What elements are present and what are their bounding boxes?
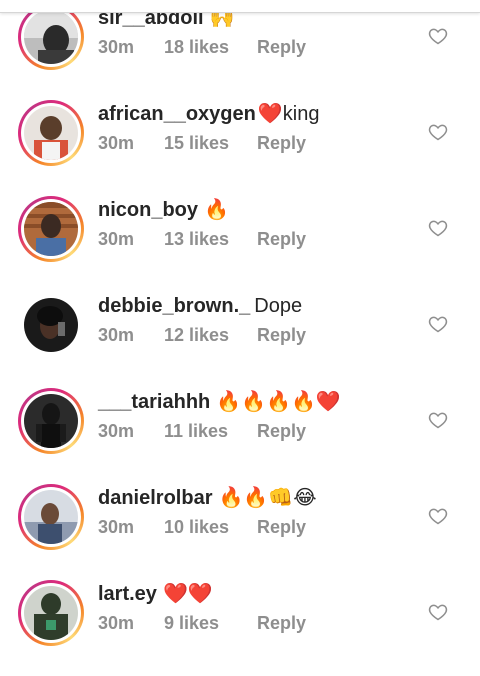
avatar[interactable] — [18, 292, 84, 358]
avatar-photo — [24, 586, 78, 640]
avatar[interactable] — [18, 484, 84, 550]
comment-item: nicon_boy 🔥 30m 13 likes Reply — [0, 196, 480, 292]
reply-button[interactable]: Reply — [257, 227, 306, 251]
comment-time: 30m — [98, 613, 135, 633]
comment-likes[interactable]: 15 likes — [164, 131, 257, 155]
comment-time: 30m — [98, 325, 135, 345]
comment-item: ___tariahhh 🔥🔥🔥🔥❤️ 30m 11 likes Reply — [0, 388, 480, 484]
comment-likes[interactable]: 12 likes — [164, 323, 257, 347]
heart-outline-icon[interactable] — [428, 602, 448, 622]
comment-emoji: 🔥🔥👊😂 — [218, 487, 317, 509]
comment-username[interactable]: ___tariahhh — [98, 391, 210, 413]
comment-likes[interactable]: 18 likes — [164, 35, 257, 59]
avatar-photo — [24, 298, 78, 352]
heart-outline-icon[interactable] — [428, 122, 448, 142]
reply-button[interactable]: Reply — [257, 611, 306, 635]
reply-button[interactable]: Reply — [257, 419, 306, 443]
heart-outline-icon[interactable] — [428, 218, 448, 238]
top-bar — [0, 0, 480, 13]
reply-button[interactable]: Reply — [257, 323, 306, 347]
comment-likes[interactable]: 11 likes — [164, 419, 257, 443]
comment-list: sir__abdoll 🙌 30m 18 likes Reply african… — [0, 0, 480, 646]
comment-username[interactable]: debbie_brown._ — [98, 295, 250, 317]
comment-item: danielrolbar 🔥🔥👊😂 30m 10 likes Reply — [0, 484, 480, 580]
comment-item: african__oxygen ❤️king 30m 15 likes Reply — [0, 100, 480, 196]
avatar[interactable] — [18, 100, 84, 166]
reply-button[interactable]: Reply — [257, 515, 306, 539]
comment-username[interactable]: lart.ey — [98, 583, 157, 605]
heart-outline-icon[interactable] — [428, 314, 448, 334]
comment-item: sir__abdoll 🙌 30m 18 likes Reply — [0, 4, 480, 100]
comment-username[interactable]: african__oxygen — [98, 103, 256, 125]
comment-emoji: ❤️ — [257, 103, 283, 125]
avatar-photo — [24, 490, 78, 544]
reply-button[interactable]: Reply — [257, 35, 306, 59]
comment-likes[interactable]: 13 likes — [164, 227, 257, 251]
comment-time: 30m — [98, 229, 135, 249]
comment-username[interactable]: nicon_boy — [98, 199, 198, 221]
comment-text: Dope — [254, 295, 303, 317]
comment-emoji: 🔥🔥🔥🔥❤️ — [216, 391, 341, 413]
heart-outline-icon[interactable] — [428, 410, 448, 430]
comment-time: 30m — [98, 517, 135, 537]
comment-text: king — [282, 103, 320, 125]
heart-outline-icon[interactable] — [428, 26, 448, 46]
avatar-photo — [24, 394, 78, 448]
reply-button[interactable]: Reply — [257, 131, 306, 155]
heart-outline-icon[interactable] — [428, 506, 448, 526]
comment-likes[interactable]: 9 likes — [164, 611, 257, 635]
comment-time: 30m — [98, 37, 135, 57]
comment-time: 30m — [98, 421, 135, 441]
comment-item: lart.ey ❤️❤️ 30m 9 likes Reply — [0, 580, 480, 676]
comment-emoji: 🔥 — [204, 199, 229, 221]
comment-emoji: ❤️❤️ — [162, 583, 213, 605]
avatar-photo — [24, 106, 78, 160]
comment-item: debbie_brown._ Dope 30m 12 likes Reply — [0, 292, 480, 388]
avatar[interactable] — [18, 196, 84, 262]
avatar[interactable] — [18, 4, 84, 70]
avatar[interactable] — [18, 580, 84, 646]
comment-username[interactable]: danielrolbar — [98, 487, 212, 509]
avatar-photo — [24, 10, 78, 64]
avatar[interactable] — [18, 388, 84, 454]
avatar-photo — [24, 202, 78, 256]
comment-likes[interactable]: 10 likes — [164, 515, 257, 539]
comment-time: 30m — [98, 133, 135, 153]
